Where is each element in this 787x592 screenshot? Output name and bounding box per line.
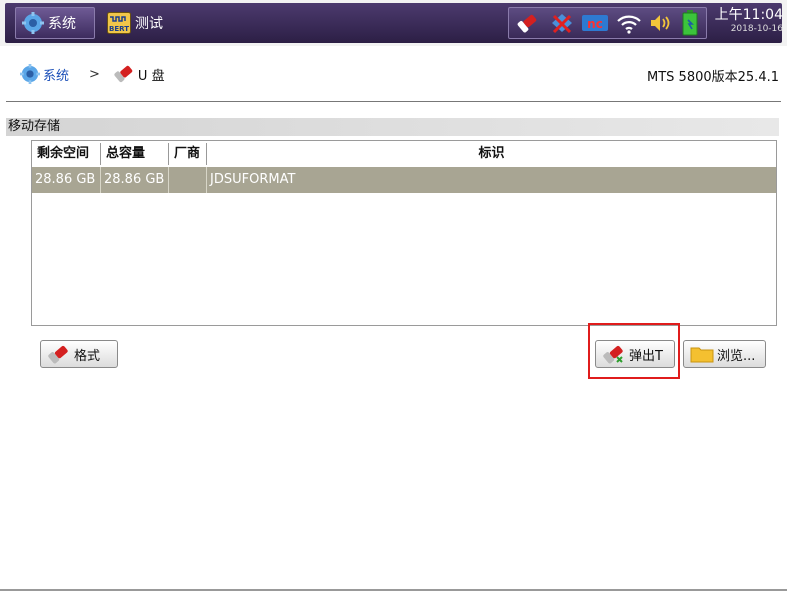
cell-vendor <box>169 167 207 193</box>
status-icons: nc <box>508 7 707 39</box>
footer-divider <box>0 589 787 591</box>
cell-label: JDSUFORMAT <box>210 172 296 187</box>
clock-date: 2018-10-16 <box>730 24 783 34</box>
column-header-vendor[interactable]: 厂商 <box>169 143 207 165</box>
folder-icon <box>690 347 714 363</box>
battery-icon[interactable] <box>681 10 699 36</box>
column-header-label[interactable]: 标识 <box>207 143 776 165</box>
top-bar: 系统 BERT 测试 nc 上午11:04 2018-10-16 <box>0 0 787 46</box>
test-tab[interactable]: BERT 测试 <box>101 7 179 39</box>
table-row[interactable]: 28.86 GB 28.86 GB JDSUFORMAT <box>32 167 776 193</box>
storage-table: 剩余空间 总容量 厂商 标识 28.86 GB 28.86 GB JDSUFOR… <box>31 140 777 326</box>
system-tab[interactable]: 系统 <box>15 7 95 39</box>
eject-highlight-box <box>588 323 680 379</box>
usb-drive-icon <box>114 65 133 83</box>
breadcrumb-system-link[interactable]: 系统 <box>43 65 69 84</box>
wifi-icon[interactable] <box>616 12 642 34</box>
svg-text:nc: nc <box>587 17 603 31</box>
gear-icon <box>22 12 44 34</box>
column-header-free[interactable]: 剩余空间 <box>32 143 101 165</box>
clock-time: 上午11:04 <box>714 7 783 23</box>
format-button-label: 格式 <box>74 348 101 364</box>
usb-icon[interactable] <box>516 12 542 34</box>
table-header: 剩余空间 总容量 厂商 标识 <box>32 143 776 165</box>
test-tab-label: 测试 <box>135 16 163 32</box>
bert-icon: BERT <box>107 12 131 34</box>
cell-total: 28.86 GB <box>101 167 169 193</box>
gear-icon <box>20 64 40 84</box>
system-tab-label: 系统 <box>48 16 76 32</box>
cell-free: 28.86 GB <box>32 167 101 193</box>
clock: 上午11:04 2018-10-16 <box>711 7 783 39</box>
format-button[interactable]: 格式 <box>40 340 118 368</box>
bert-badge-text: BERT <box>109 25 129 33</box>
breadcrumb: 系统 > U 盘 <box>20 62 165 86</box>
section-title: 移动存储 <box>6 118 779 136</box>
nc-icon[interactable]: nc <box>581 12 609 34</box>
divider <box>6 101 781 102</box>
column-header-total[interactable]: 总容量 <box>101 143 169 165</box>
browse-button[interactable]: 浏览... <box>683 340 766 368</box>
top-bar-strip: 系统 BERT 测试 nc 上午11:04 2018-10-16 <box>5 3 783 43</box>
usb-drive-icon <box>48 345 68 364</box>
breadcrumb-separator: > <box>89 66 100 82</box>
breadcrumb-current: U 盘 <box>137 68 165 84</box>
network-disconnected-icon[interactable] <box>549 11 575 35</box>
browse-button-label: 浏览... <box>717 348 756 364</box>
speaker-icon[interactable] <box>648 12 674 34</box>
version-label: MTS 5800版本25.4.1 <box>647 70 779 85</box>
